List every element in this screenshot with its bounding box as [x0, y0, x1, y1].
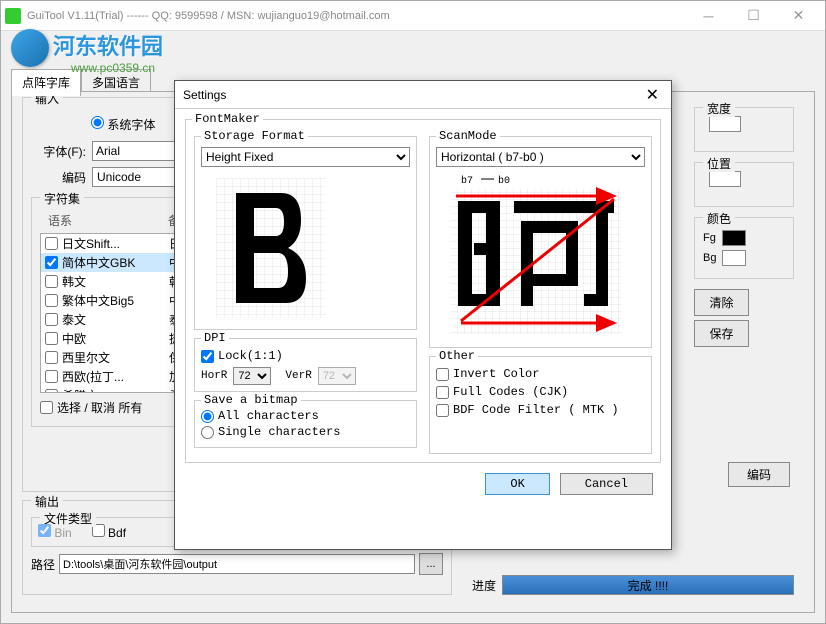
- bdf-filter-checkbox[interactable]: BDF Code Filter ( MTK ): [436, 403, 645, 417]
- fullcodes-checkbox[interactable]: Full Codes (CJK): [436, 385, 645, 399]
- glyph-preview: [201, 173, 341, 323]
- verr-input[interactable]: 72: [318, 367, 356, 385]
- lock-checkbox[interactable]: Lock(1:1): [201, 349, 410, 363]
- storage-fieldset: Storage Format Height Fixed: [194, 136, 417, 330]
- dpi-legend: DPI: [201, 331, 229, 345]
- scanmode-fieldset: ScanMode Horizontal ( b7-b0 ) b7 b0: [429, 136, 652, 348]
- invert-checkbox[interactable]: Invert Color: [436, 367, 645, 381]
- storage-select[interactable]: Height Fixed: [201, 147, 410, 167]
- horr-input[interactable]: 72: [233, 367, 271, 385]
- scanmode-legend: ScanMode: [436, 129, 500, 143]
- storage-legend: Storage Format: [201, 129, 308, 143]
- single-chars-radio[interactable]: Single characters: [201, 425, 410, 439]
- scan-diagram-icon: b7 b0: [436, 171, 636, 341]
- svg-text:b0: b0: [498, 175, 510, 187]
- dialog-overlay: Settings ✕ FontMaker Storage Format Heig…: [0, 0, 826, 624]
- other-fieldset: Other Invert Color Full Codes (CJK) BDF …: [429, 356, 652, 454]
- fontmaker-legend: FontMaker: [192, 112, 263, 126]
- other-legend: Other: [436, 349, 478, 363]
- close-icon[interactable]: ✕: [642, 85, 663, 105]
- fontmaker-fieldset: FontMaker Storage Format Height Fixed: [185, 119, 661, 463]
- svg-text:b7: b7: [461, 175, 473, 187]
- all-chars-radio[interactable]: All characters: [201, 409, 410, 423]
- save-legend: Save a bitmap: [201, 393, 301, 407]
- letter-b-icon: [216, 178, 326, 318]
- scanmode-select[interactable]: Horizontal ( b7-b0 ): [436, 147, 645, 167]
- dialog-title: Settings: [183, 88, 226, 102]
- ok-button[interactable]: OK: [485, 473, 549, 495]
- dialog-titlebar: Settings ✕: [175, 81, 671, 109]
- scan-preview: b7 b0: [436, 171, 636, 341]
- dpi-fieldset: DPI Lock(1:1) HorR 72 VerR 72: [194, 338, 417, 392]
- cancel-button[interactable]: Cancel: [560, 473, 653, 495]
- settings-dialog: Settings ✕ FontMaker Storage Format Heig…: [174, 80, 672, 550]
- save-bitmap-fieldset: Save a bitmap All characters Single char…: [194, 400, 417, 448]
